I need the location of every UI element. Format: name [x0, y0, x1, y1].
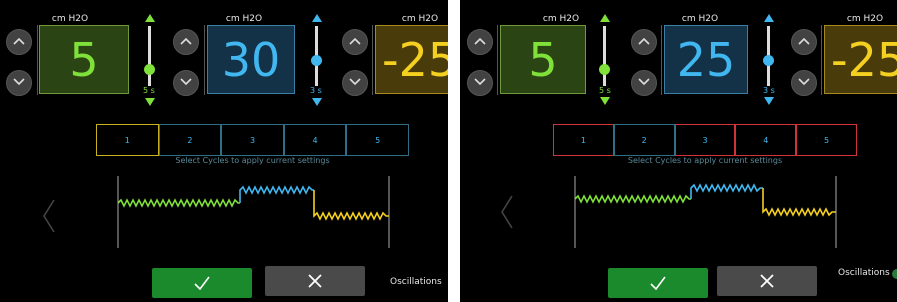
decrease-button-2[interactable]: [173, 70, 199, 96]
chevron-down-icon: [474, 78, 486, 86]
slider-knob-2[interactable]: [763, 55, 774, 66]
checkmark-icon: [194, 276, 210, 290]
slider-down-arrow-1[interactable]: [145, 98, 155, 106]
cycle-1[interactable]: 1: [96, 124, 159, 156]
cancel-button[interactable]: [717, 266, 817, 296]
decrease-button-1[interactable]: [6, 70, 32, 96]
slider-time-1: 5 s: [143, 86, 155, 95]
chevron-left-icon[interactable]: [42, 198, 56, 234]
unit-label-3: cm H2O: [846, 14, 884, 24]
slider-knob-2[interactable]: [311, 55, 322, 66]
decrease-button-2[interactable]: [631, 70, 657, 96]
chevron-down-icon: [13, 78, 25, 86]
unit-label-2: cm H2O: [681, 14, 719, 24]
chevron-down-icon: [349, 78, 361, 86]
slider-up-arrow-1[interactable]: [145, 14, 155, 22]
pressure-waveform: [574, 176, 837, 248]
slider-down-arrow-2[interactable]: [764, 97, 774, 105]
chevron-down-icon: [180, 78, 192, 86]
increase-button-2[interactable]: [631, 29, 657, 55]
slider-track-1[interactable]: [603, 26, 606, 86]
oscillations-toggle[interactable]: [892, 269, 897, 279]
cycle-2[interactable]: 2: [158, 124, 222, 156]
cancel-button[interactable]: [265, 266, 365, 296]
oscillations-label: Oscillations: [390, 277, 442, 287]
chevron-down-icon: [638, 78, 650, 86]
close-icon: [760, 274, 774, 288]
slider-time-2: 3 s: [310, 86, 322, 95]
decrease-button-1[interactable]: [467, 70, 493, 96]
value-display-3[interactable]: -25: [375, 25, 448, 94]
slider-time-2: 3 s: [763, 86, 775, 95]
cycle-hint: Select Cycles to apply current settings: [175, 156, 330, 165]
cycle-4[interactable]: 4: [283, 124, 347, 156]
pressure-waveform: [117, 176, 390, 248]
unit-label-3: cm H2O: [401, 14, 439, 24]
cycle-2[interactable]: 2: [613, 124, 675, 156]
chevron-up-icon: [180, 37, 192, 45]
decrease-button-3[interactable]: [791, 70, 817, 96]
slider-up-arrow-2[interactable]: [312, 14, 322, 22]
slider-knob-1[interactable]: [144, 64, 155, 75]
slider-up-arrow-2[interactable]: [764, 14, 774, 22]
unit-label-1: cm H2O: [51, 14, 89, 24]
cycle-3[interactable]: 3: [221, 124, 284, 156]
cycle-4[interactable]: 4: [735, 124, 797, 156]
cycle-5[interactable]: 5: [796, 124, 857, 156]
unit-label-2: cm H2O: [225, 14, 263, 24]
increase-button-2[interactable]: [173, 29, 199, 55]
chevron-up-icon: [474, 37, 486, 45]
value-display-3[interactable]: -25: [824, 25, 897, 94]
slider-up-arrow-1[interactable]: [600, 14, 610, 22]
confirm-button[interactable]: [608, 268, 708, 298]
chevron-up-icon: [13, 37, 25, 45]
slider-knob-1[interactable]: [599, 64, 610, 75]
slider-time-1: 5 s: [599, 86, 611, 95]
ventilator-screen-left: cm H2O 5 5 s cm H2O 30 3 s cm H2O -25 1 …: [0, 0, 448, 302]
unit-label-1: cm H2O: [542, 14, 580, 24]
value-display-2[interactable]: 30: [207, 25, 295, 94]
slider-track-1[interactable]: [148, 26, 151, 86]
cycle-5[interactable]: 5: [346, 124, 409, 156]
cycle-selector: 1 2 3 4 5: [96, 124, 409, 156]
cycle-hint: Select Cycles to apply current settings: [627, 156, 783, 165]
value-display-1[interactable]: 5: [500, 25, 586, 94]
value-display-1[interactable]: 5: [39, 25, 129, 94]
chevron-up-icon: [349, 37, 361, 45]
checkmark-icon: [650, 276, 666, 290]
close-icon: [308, 274, 322, 288]
increase-button-3[interactable]: [342, 29, 368, 55]
increase-button-1[interactable]: [467, 29, 493, 55]
chevron-down-icon: [798, 78, 810, 86]
slider-down-arrow-2[interactable]: [312, 98, 322, 106]
cycle-selector: 1 2 3 4 5: [553, 124, 857, 156]
cycle-3[interactable]: 3: [674, 124, 736, 156]
increase-button-1[interactable]: [6, 29, 32, 55]
increase-button-3[interactable]: [791, 29, 817, 55]
chevron-up-icon: [638, 37, 650, 45]
chevron-up-icon: [798, 37, 810, 45]
chevron-left-icon[interactable]: [500, 194, 514, 230]
slider-down-arrow-1[interactable]: [600, 97, 610, 105]
cycle-1[interactable]: 1: [553, 124, 614, 156]
oscillations-label: Oscillations: [838, 268, 890, 278]
ventilator-screen-right: cm H2O 5 5 s cm H2O 25 3 s cm H2O -25 1 …: [460, 0, 897, 302]
value-display-2[interactable]: 25: [664, 25, 748, 94]
confirm-button[interactable]: [152, 268, 252, 298]
decrease-button-3[interactable]: [342, 70, 368, 96]
